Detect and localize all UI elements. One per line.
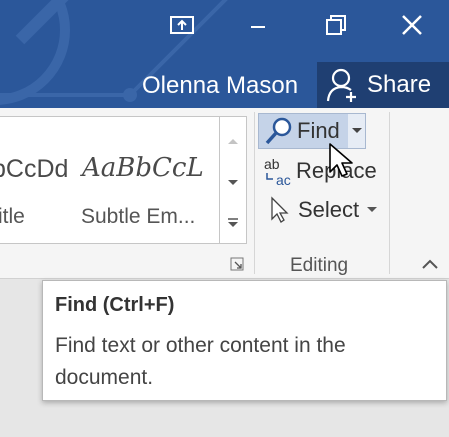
style-sample: bCcDd	[0, 155, 69, 183]
editing-group-label: Editing	[290, 255, 349, 276]
tooltip-title: Find (Ctrl+F)	[55, 294, 175, 316]
select-button[interactable]: Select	[258, 192, 378, 228]
restore-icon	[326, 15, 346, 35]
select-cursor-icon	[271, 196, 289, 223]
styles-gallery: bCcDd itle AaBbCcL Subtle Em...	[0, 116, 247, 244]
style-sample: AaBbCcL	[82, 153, 204, 183]
chevron-up-icon	[228, 139, 238, 144]
gallery-scrollbar	[219, 117, 246, 243]
tooltip-description: Find text or other content in the docume…	[55, 334, 346, 389]
ribbon: bCcDd itle AaBbCcL Subtle Em...	[0, 108, 449, 279]
replace-button[interactable]: ab ac Replace	[258, 153, 377, 189]
select-label: Select	[298, 197, 360, 222]
svg-text:ab: ab	[264, 156, 280, 172]
group-separator	[254, 112, 255, 274]
gallery-scroll-up-button[interactable]	[220, 121, 246, 161]
styles-dialog-launcher[interactable]	[229, 256, 245, 272]
chevron-down-icon	[228, 180, 238, 185]
replace-icon: ab ac	[264, 156, 291, 187]
magnifier-icon	[265, 117, 292, 145]
gallery-more-icon	[228, 218, 238, 227]
minimize-icon	[251, 26, 265, 28]
group-separator	[389, 112, 390, 274]
gallery-more-button[interactable]	[220, 203, 246, 243]
minimize-button[interactable]	[219, 0, 297, 50]
find-label: Find	[297, 118, 340, 143]
style-item-title[interactable]: bCcDd itle	[0, 117, 76, 243]
account-name[interactable]: Olenna Mason	[142, 72, 298, 100]
close-button[interactable]	[373, 0, 449, 50]
collapse-ribbon-button[interactable]	[418, 255, 442, 273]
close-icon	[402, 15, 422, 35]
svg-text:ac: ac	[276, 172, 291, 187]
ribbon-display-options-button[interactable]	[143, 0, 221, 50]
find-tooltip: Find (Ctrl+F) Find text or other content…	[42, 280, 447, 401]
chevron-up-icon	[422, 259, 438, 269]
title-bar: Olenna Mason Share	[0, 0, 449, 108]
gallery-scroll-down-button[interactable]	[220, 163, 246, 203]
style-name: itle	[0, 205, 25, 228]
chevron-down-icon	[367, 207, 378, 212]
mouse-pointer-icon	[329, 143, 353, 177]
dialog-launcher-icon	[230, 257, 244, 271]
restore-button[interactable]	[297, 0, 375, 50]
style-name: Subtle Em...	[81, 205, 196, 228]
share-label: Share	[367, 71, 432, 98]
share-person-icon	[326, 68, 356, 102]
style-item-subtle-emphasis[interactable]: AaBbCcL Subtle Em...	[76, 117, 218, 243]
share-button[interactable]: Share	[317, 62, 449, 108]
chevron-down-icon	[351, 128, 362, 133]
ribbon-display-options-icon	[170, 16, 194, 34]
